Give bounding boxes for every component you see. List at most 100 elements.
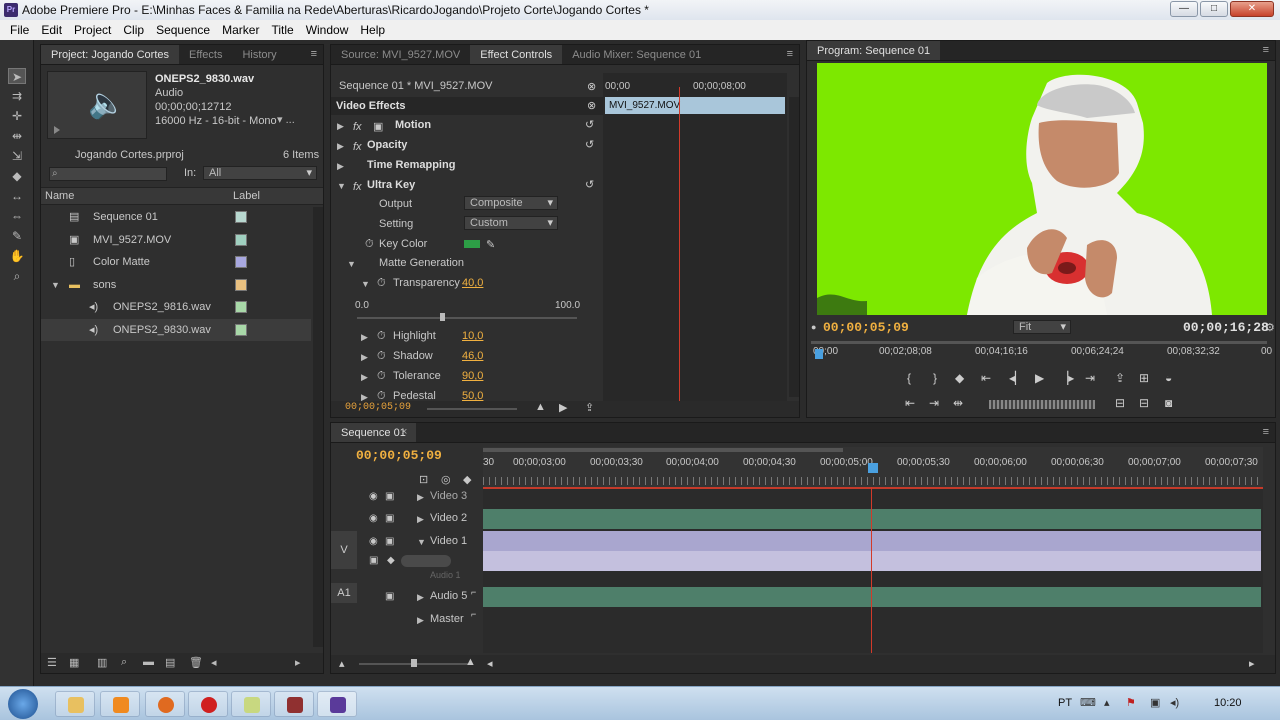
expand-master-icon[interactable]: ▶ [417,615,424,626]
timeline-zoom-thumb[interactable] [411,659,417,667]
play-in-to-out-icon[interactable]: ⇹ [953,396,963,410]
tab-source[interactable]: Source: MVI_9527.MOV [331,45,470,64]
zoom-tool-icon[interactable]: ⌕ [8,268,26,284]
menu-title[interactable]: Title [265,20,299,40]
timeline-ruler[interactable]: 30 00;00;03;00 00;00;03;30 00;00;04;00 0… [483,447,1263,493]
menu-file[interactable]: File [4,20,35,40]
eye-icon[interactable]: ◉ [369,536,378,547]
zoom-slider[interactable] [427,408,517,410]
tolerance-value[interactable]: 90,0 [462,370,483,382]
collapse-ultra-key-icon[interactable]: ▼ [337,181,346,191]
language-indicator[interactable]: PT [1058,697,1072,709]
scroll-left-icon[interactable]: ◂ [211,656,217,669]
automate-to-sequence-icon[interactable]: ▥ [97,656,107,669]
play-thumbnail-icon[interactable] [54,126,62,134]
zoom-in-icon[interactable]: ▲ [465,656,476,668]
play-icon[interactable]: ▶ [1035,371,1044,385]
audio5-clip[interactable] [483,587,1261,607]
network-icon[interactable]: ▣ [1150,696,1160,709]
effect-current-time[interactable]: 00;00;05;09 [345,402,411,413]
marker-drop-icon[interactable]: ◆ [463,473,471,486]
taskbar-premiere[interactable] [317,691,357,717]
razor-tool-icon[interactable]: ◆ [8,168,26,184]
menu-window[interactable]: Window [300,20,355,40]
work-area-bar[interactable] [483,448,843,452]
camera-icon[interactable]: ◙ [1165,396,1172,410]
fit-dropdown[interactable]: Fit [1013,320,1071,334]
settings-wrench-icon[interactable]: ⚙ [1265,321,1275,334]
expand-shadow-icon[interactable]: ▶ [361,352,368,363]
scroll-right-icon[interactable]: ▸ [295,656,301,669]
video2-clip[interactable] [483,509,1261,529]
expand-highlight-icon[interactable]: ▶ [361,332,368,343]
slide-tool-icon[interactable]: ⇔ [8,208,26,224]
find-icon[interactable]: ⌕ [121,656,127,669]
stopwatch-icon[interactable]: ⏱ [365,238,374,251]
volume-icon[interactable]: ◂) [1170,696,1179,709]
search-input[interactable]: ⌕ [49,167,167,181]
close-tab-icon[interactable]: × [401,426,407,438]
pen-tool-icon[interactable]: ✎ [8,228,26,244]
panel-menu-icon[interactable]: ≡ [787,48,793,60]
list-scrollbar[interactable] [313,207,323,647]
scroll-left-icon[interactable]: ◂ [487,657,493,670]
eyedropper-icon[interactable]: ✎ [486,238,495,251]
keyframe-nav-icon[interactable]: ◆ [387,555,395,566]
mini-playhead[interactable] [679,87,680,403]
new-bin-icon[interactable]: ▬ [143,656,154,668]
step-forward-icon[interactable]: ▕▸ [1059,371,1074,385]
list-item[interactable]: ▣ MVI_9527.MOV [41,229,311,251]
action-center-icon[interactable]: ⚑ [1126,696,1136,709]
taskbar-notepad[interactable] [231,691,271,717]
step-back-icon[interactable]: ◂▏ [1009,371,1024,385]
clock[interactable]: 10:20 [1214,697,1242,709]
go-to-clip-icon[interactable]: ⊗ [587,80,596,93]
lock-icon[interactable]: ▣ [385,591,394,602]
play-audio-icon[interactable]: ▶ [559,401,567,414]
eye-icon[interactable]: ◉ [369,513,378,524]
transparency-slider-thumb[interactable] [440,313,445,321]
hand-tool-icon[interactable]: ✋ [8,248,26,264]
start-button[interactable] [8,689,38,719]
eye-icon[interactable]: ◉ [369,491,378,502]
mini-clip-bar[interactable]: MVI_9527.MOV [605,97,785,114]
stopwatch-icon[interactable]: ⏱ [377,370,386,383]
expand-time-remapping-icon[interactable]: ▶ [337,161,344,172]
list-item[interactable]: ▯ Color Matte [41,251,311,273]
collapse-video1-icon[interactable]: ▼ [417,537,426,547]
tab-effects[interactable]: Effects [179,45,232,64]
list-item-selected[interactable]: ◂) ONEPS2_9830.wav [41,319,311,341]
keyboard-icon[interactable]: ⌨ [1080,696,1096,709]
panel-menu-icon[interactable]: ≡ [311,48,317,60]
show-hidden-icons-icon[interactable]: ▴ [1104,696,1110,709]
set-marker-icon[interactable]: ◎ [441,473,451,486]
tab-effect-controls[interactable]: Effect Controls [470,45,563,64]
shadow-value[interactable]: 46,0 [462,350,483,362]
timeline-playhead-handle[interactable] [868,463,878,473]
expand-triangle-icon[interactable]: ▼ [51,274,60,296]
timeline-current-time[interactable]: 00;00;05;09 [356,448,442,463]
maximize-button[interactable]: □ [1200,1,1228,17]
collapse-transparency-icon[interactable]: ▼ [361,279,370,289]
menu-help[interactable]: Help [354,20,391,40]
snap-icon[interactable]: ⊡ [419,473,428,486]
output-dropdown[interactable]: Composite [464,196,558,210]
program-current-time[interactable]: 00;00;05;09 [823,320,909,335]
menu-marker[interactable]: Marker [216,20,265,40]
list-item[interactable]: ◂) ONEPS2_9816.wav [41,296,311,318]
stopwatch-icon[interactable]: ⏱ [377,350,386,363]
expand-tolerance-icon[interactable]: ▶ [361,372,368,383]
close-button[interactable]: ✕ [1230,1,1274,17]
stopwatch-icon[interactable]: ⏱ [377,277,386,290]
reset-motion-icon[interactable]: ↺ [585,118,594,131]
go-to-out-icon[interactable]: ⇥ [1085,371,1095,385]
jog-shuttle[interactable] [989,400,1095,409]
extract-icon[interactable]: ⊟ [1139,396,1149,410]
panel-menu-icon[interactable]: ≡ [1263,426,1269,438]
menu-sequence[interactable]: Sequence [150,20,216,40]
export-icon[interactable]: ⇪ [585,401,594,414]
rate-stretch-tool-icon[interactable]: ⇲ [8,148,26,164]
expand-audio5-icon[interactable]: ▶ [417,592,424,603]
highlight-value[interactable]: 10,0 [462,330,483,342]
audio-source-patch[interactable]: A1 [331,583,357,603]
